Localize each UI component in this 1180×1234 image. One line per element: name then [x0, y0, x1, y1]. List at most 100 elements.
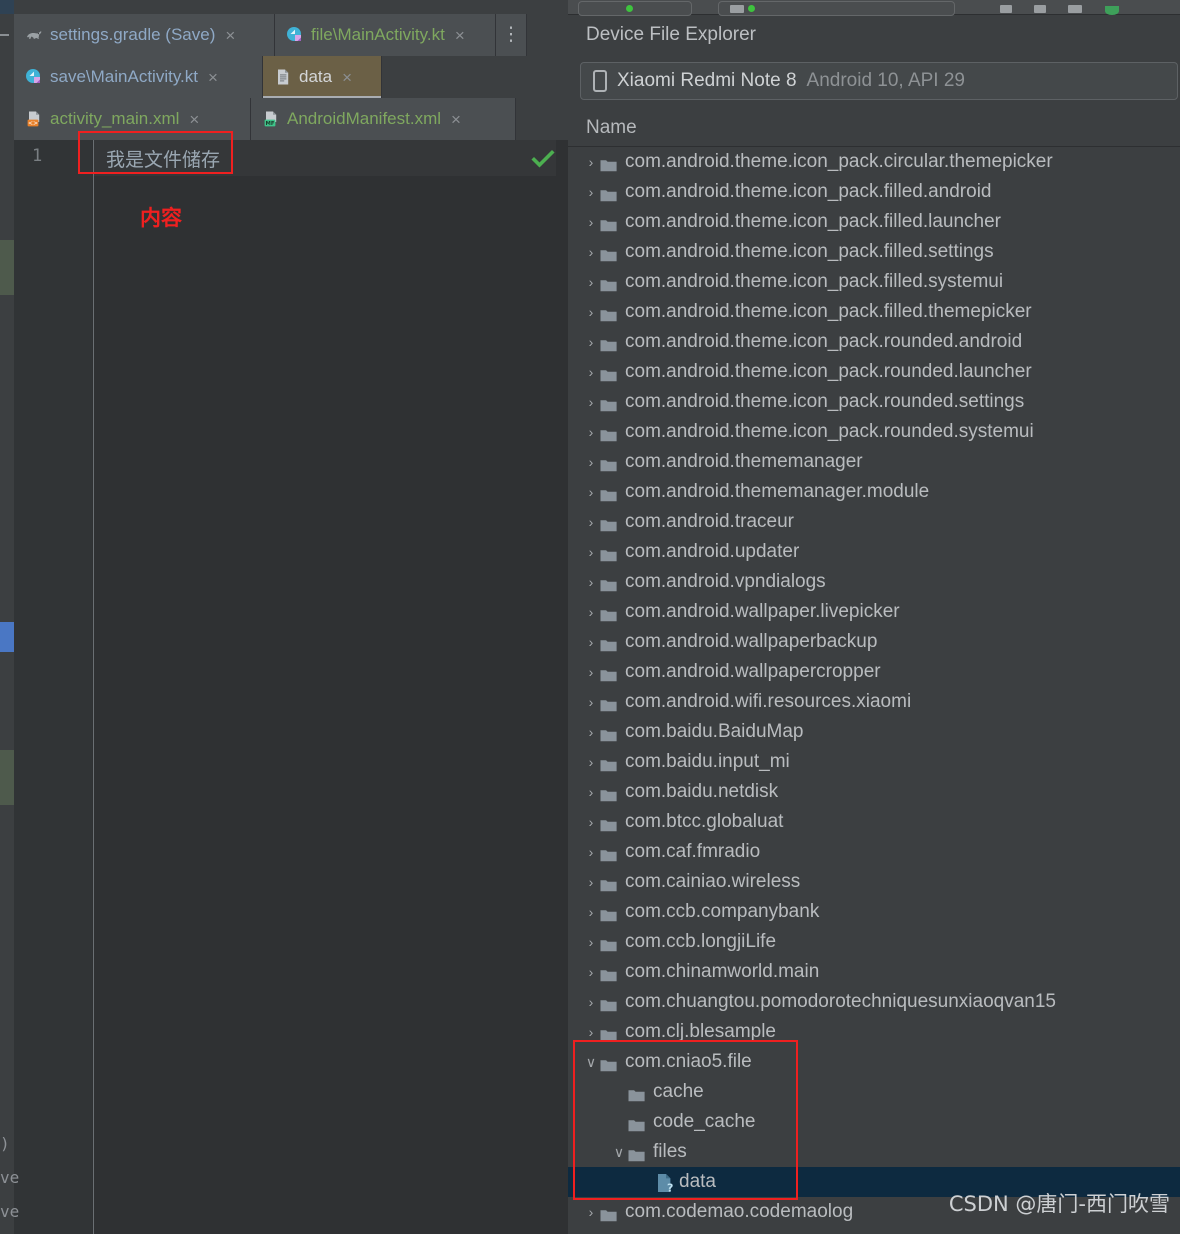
editor-tab-androidmanifest-xml[interactable]: MF AndroidManifest.xml ×	[251, 98, 516, 140]
chevron-down-icon[interactable]: ∨	[582, 1047, 600, 1077]
chevron-right-icon[interactable]: ›	[582, 297, 600, 327]
chevron-right-icon[interactable]: ›	[582, 267, 600, 297]
chevron-right-icon[interactable]: ›	[582, 1017, 600, 1047]
tree-row[interactable]: › com.android.theme.icon_pack.rounded.and…	[568, 327, 1180, 357]
chevron-right-icon[interactable]: ›	[582, 207, 600, 237]
tree-row[interactable]: › com.cainiao.wireless	[568, 867, 1180, 897]
tree-row[interactable]: › com.clj.blesample	[568, 1017, 1180, 1047]
tree-row[interactable]: › com.baidu.input_mi	[568, 747, 1180, 777]
tree-row[interactable]: › com.baidu.netdisk	[568, 777, 1180, 807]
chevron-right-icon[interactable]: ›	[582, 147, 600, 177]
tree-row[interactable]: › com.android.theme.icon_pack.circular.th…	[568, 147, 1180, 177]
chevron-right-icon[interactable]: ›	[582, 177, 600, 207]
tree-row-label: com.android.theme.icon_pack.filled.syste…	[625, 271, 1004, 292]
tree-row[interactable]: › com.android.traceur	[568, 507, 1180, 537]
run-config-selector[interactable]	[578, 1, 692, 16]
chevron-right-icon[interactable]: ›	[582, 687, 600, 717]
close-icon[interactable]: ×	[189, 111, 199, 128]
chevron-right-icon[interactable]: ›	[582, 597, 600, 627]
chevron-right-icon[interactable]: ›	[582, 237, 600, 267]
editor-tab-file-mainactivity[interactable]: file\MainActivity.kt ×	[275, 14, 496, 56]
tree-row[interactable]: › com.android.thememanager	[568, 447, 1180, 477]
tree-row[interactable]: › com.android.theme.icon_pack.filled.sett…	[568, 237, 1180, 267]
chevron-down-icon[interactable]: ∨	[610, 1137, 628, 1167]
tree-row[interactable]: › com.android.theme.icon_pack.rounded.set…	[568, 387, 1180, 417]
debug-icon[interactable]	[1000, 5, 1012, 13]
tree-row[interactable]: cache	[568, 1077, 1180, 1107]
tree-row-label: com.baidu.netdisk	[625, 781, 779, 802]
chevron-right-icon[interactable]: ›	[582, 507, 600, 537]
chevron-right-icon[interactable]: ›	[582, 747, 600, 777]
tree-row-label: com.chuangtou.pomodorotechniquesunxiaoqv…	[625, 991, 1056, 1012]
close-icon[interactable]: ×	[225, 27, 235, 44]
chevron-right-icon[interactable]: ›	[582, 807, 600, 837]
profiler-icon[interactable]	[1068, 5, 1082, 13]
tree-row[interactable]: › com.android.theme.icon_pack.filled.them…	[568, 297, 1180, 327]
chevron-right-icon[interactable]: ›	[582, 717, 600, 747]
chevron-right-icon[interactable]: ›	[582, 327, 600, 357]
chevron-right-icon[interactable]: ›	[582, 837, 600, 867]
tree-row[interactable]: › com.ccb.longjiLife	[568, 927, 1180, 957]
editor-line-1-text[interactable]: 我是文件储存	[106, 145, 220, 172]
close-icon[interactable]: ×	[455, 27, 465, 44]
chevron-right-icon[interactable]: ›	[582, 357, 600, 387]
tree-row[interactable]: › com.android.wifi.resources.xiaomi	[568, 687, 1180, 717]
layout-xml-icon: <>	[27, 111, 40, 127]
chevron-right-icon[interactable]: ›	[582, 777, 600, 807]
tree-row[interactable]: › com.android.wallpaperbackup	[568, 627, 1180, 657]
close-icon[interactable]: ×	[208, 69, 218, 86]
device-file-tree[interactable]: › com.android.theme.icon_pack.circular.th…	[568, 147, 1180, 1234]
chevron-right-icon[interactable]: ›	[582, 867, 600, 897]
avd-manager-icon[interactable]	[1103, 3, 1119, 15]
tree-row[interactable]: › com.android.theme.icon_pack.filled.syst…	[568, 267, 1180, 297]
csdn-watermark: CSDN @唐门-西门吹雪	[948, 1192, 1170, 1216]
tree-row[interactable]: › com.btcc.globaluat	[568, 807, 1180, 837]
attach-debugger-icon[interactable]	[1034, 5, 1046, 13]
textfile-icon	[278, 69, 289, 85]
chevron-right-icon[interactable]: ›	[582, 657, 600, 687]
tree-row[interactable]: › com.baidu.BaiduMap	[568, 717, 1180, 747]
editor-tab-data[interactable]: data ×	[263, 56, 382, 100]
editor-text-area[interactable]: 1 我是文件储存 内容	[14, 140, 568, 1234]
svg-text:?: ?	[667, 1181, 673, 1193]
tree-row[interactable]: › com.caf.fmradio	[568, 837, 1180, 867]
chevron-right-icon[interactable]: ›	[582, 387, 600, 417]
chevron-right-icon[interactable]: ›	[582, 417, 600, 447]
tree-row[interactable]: › com.android.updater	[568, 537, 1180, 567]
editor-tab-save-mainactivity[interactable]: save\MainActivity.kt ×	[14, 56, 263, 98]
tree-row[interactable]: › com.android.theme.icon_pack.filled.andr…	[568, 177, 1180, 207]
tree-row[interactable]: ∨ com.cniao5.file	[568, 1047, 1180, 1077]
tree-row[interactable]: › com.android.vpndialogs	[568, 567, 1180, 597]
chevron-right-icon[interactable]: ›	[582, 567, 600, 597]
tree-row[interactable]: › com.android.theme.icon_pack.filled.laun…	[568, 207, 1180, 237]
tree-row[interactable]: › com.ccb.companybank	[568, 897, 1180, 927]
chevron-right-icon[interactable]: ›	[582, 477, 600, 507]
tree-row[interactable]: › com.android.wallpaper.livepicker	[568, 597, 1180, 627]
tree-row[interactable]: › com.android.theme.icon_pack.rounded.sys…	[568, 417, 1180, 447]
stripe-collapse-dash[interactable]	[0, 34, 9, 36]
tree-row[interactable]: ∨ files	[568, 1137, 1180, 1167]
close-icon[interactable]: ×	[342, 69, 352, 86]
tree-row[interactable]: code_cache	[568, 1107, 1180, 1137]
chevron-right-icon[interactable]: ›	[582, 537, 600, 567]
tree-row[interactable]: › com.android.theme.icon_pack.rounded.lau…	[568, 357, 1180, 387]
chevron-right-icon[interactable]: ›	[582, 627, 600, 657]
inspection-status-icon[interactable]	[528, 146, 558, 172]
chevron-right-icon[interactable]: ›	[582, 957, 600, 987]
chevron-right-icon[interactable]: ›	[582, 927, 600, 957]
tree-row[interactable]: › com.chuangtou.pomodorotechniquesunxiaoq…	[568, 987, 1180, 1017]
device-dropdown[interactable]: Xiaomi Redmi Note 8 Android 10, API 29	[580, 62, 1178, 100]
chevron-right-icon[interactable]: ›	[582, 987, 600, 1017]
close-icon[interactable]: ×	[451, 111, 461, 128]
tree-row[interactable]: › com.android.thememanager.module	[568, 477, 1180, 507]
tree-row[interactable]: › com.chinamworld.main	[568, 957, 1180, 987]
chevron-right-icon[interactable]: ›	[582, 1197, 600, 1227]
editor-tab-settings-gradle[interactable]: settings.gradle (Save) ×	[14, 14, 275, 56]
editor-tab-overflow-button[interactable]: ⋮	[496, 14, 527, 56]
chevron-right-icon[interactable]: ›	[582, 447, 600, 477]
folder-icon	[628, 1146, 645, 1161]
chevron-right-icon[interactable]: ›	[582, 897, 600, 927]
tree-row[interactable]: › com.android.wallpapercropper	[568, 657, 1180, 687]
editor-tab-activity-main-xml[interactable]: <> activity_main.xml ×	[14, 98, 251, 140]
folder-icon	[600, 636, 617, 651]
